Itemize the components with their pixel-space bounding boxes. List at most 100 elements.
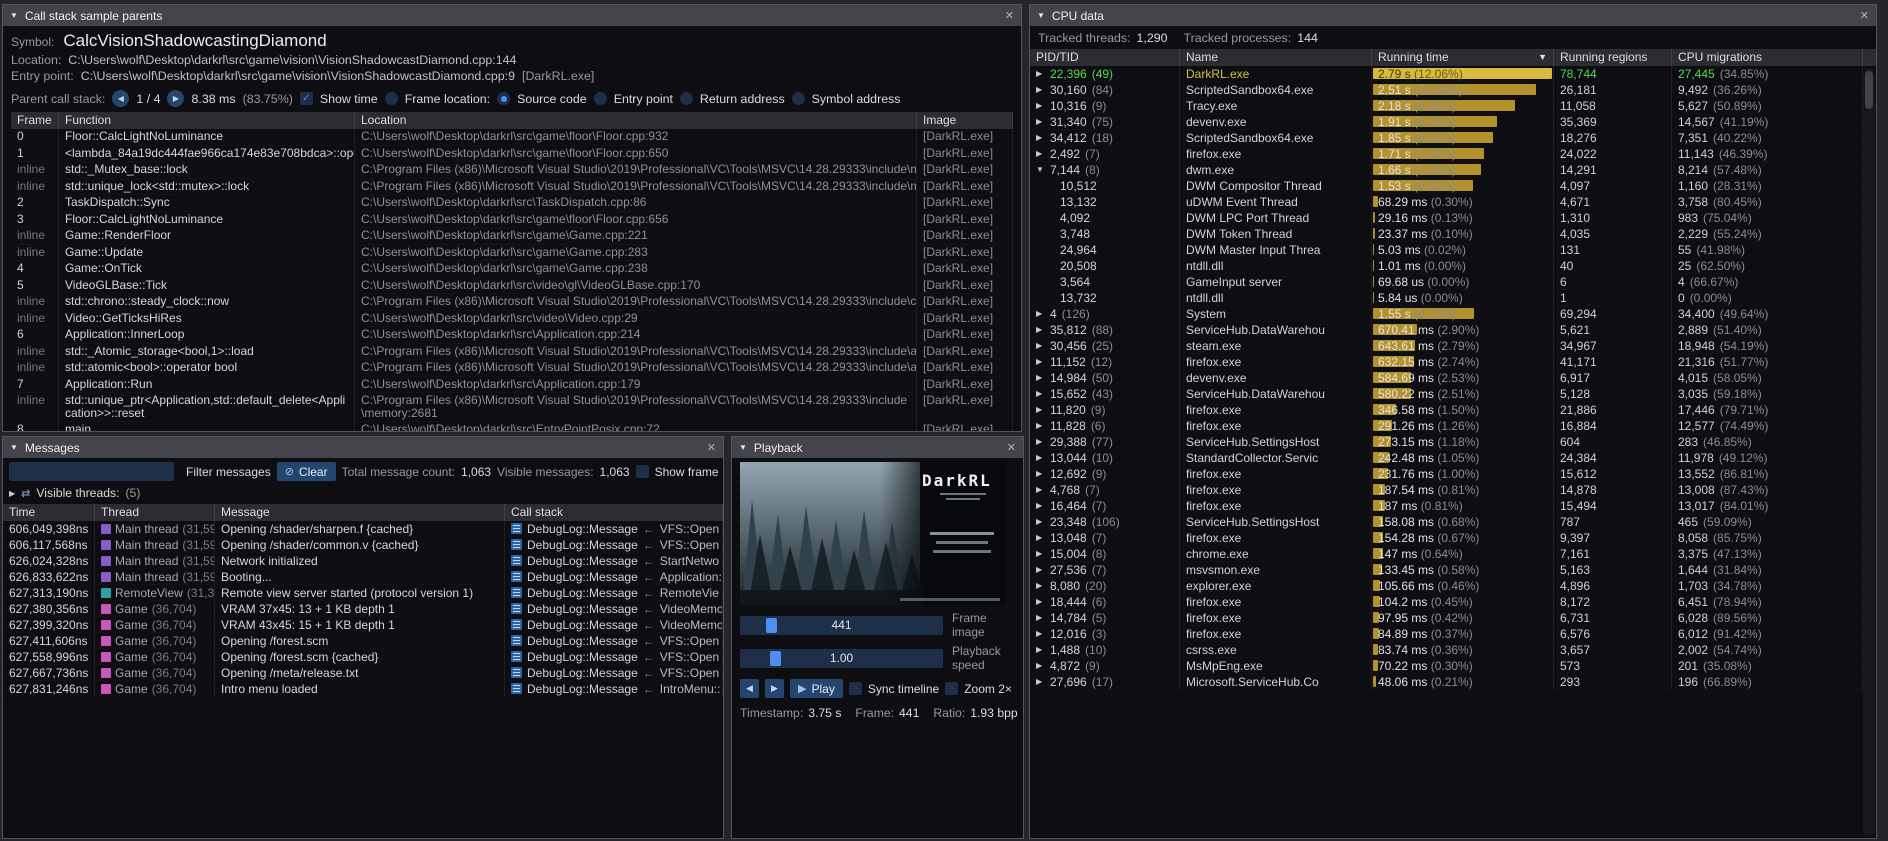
column-header-message[interactable]: Message <box>215 504 505 521</box>
expand-tree-icon[interactable]: ▶ <box>1036 674 1045 689</box>
radio-entry-point[interactable] <box>594 92 607 105</box>
visible-threads-toggle[interactable]: ▶ ⇄ Visible threads: (5) <box>3 484 723 504</box>
expand-tree-icon[interactable]: ▶ <box>1036 642 1045 657</box>
cpu-row[interactable]: 13,132uDWM Event Thread68.29 ms (0.30%)4… <box>1030 194 1863 210</box>
cpu-row[interactable]: 13,732ntdll.dll5.84 us (0.00%)10(0.00%) <box>1030 290 1863 306</box>
column-header-time[interactable]: Time <box>3 504 95 521</box>
messages-titlebar[interactable]: ▼ Messages ✕ <box>3 437 723 458</box>
show-time-checkbox[interactable]: ✓ <box>300 92 313 105</box>
cpu-row[interactable]: ▶15,652(43)ServiceHub.DataWarehou580.22 … <box>1030 386 1863 402</box>
cpu-row[interactable]: ▶4(126)System1.55 s (6.70%)69,29434,400(… <box>1030 306 1863 322</box>
callstack-frame-row[interactable]: 4Game::OnTickC:\Users\wolf\Desktop\darkr… <box>11 261 1013 278</box>
cpu-row[interactable]: ▶30,456(25)steam.exe643.61 ms (2.79%)34,… <box>1030 338 1863 354</box>
callstack-frame-row[interactable]: 5VideoGLBase::TickC:\Users\wolf\Desktop\… <box>11 278 1013 295</box>
step-forward-button[interactable]: ▶ <box>765 679 784 698</box>
cpu-row[interactable]: ▼7,144(8)dwm.exe1.66 s (7.18%)14,2918,21… <box>1030 162 1863 178</box>
message-row[interactable]: 627,313,190nsRemoteView(31,392)Remote vi… <box>3 585 723 601</box>
message-row[interactable]: 626,833,622nsMain thread(31,596)Booting.… <box>3 569 723 585</box>
cpu-row[interactable]: ▶27,536(7)msvsmon.exe133.45 ms (0.58%)5,… <box>1030 562 1863 578</box>
cpu-row[interactable]: ▶8,080(20)explorer.exe105.66 ms (0.46%)4… <box>1030 578 1863 594</box>
column-header-running-regions[interactable]: Running regions <box>1554 49 1672 66</box>
cpu-row[interactable]: ▶11,152(12)firefox.exe632.15 ms (2.74%)4… <box>1030 354 1863 370</box>
expand-tree-icon[interactable]: ▶ <box>1036 530 1045 545</box>
cpu-row[interactable]: ▶4,768(7)firefox.exe187.54 ms (0.81%)14,… <box>1030 482 1863 498</box>
cpu-row[interactable]: ▶31,340(75)devenv.exe1.91 s (8.26%)35,36… <box>1030 114 1863 130</box>
cpu-row[interactable]: ▶14,984(50)devenv.exe584.69 ms (2.53%)6,… <box>1030 370 1863 386</box>
expand-tree-icon[interactable]: ▶ <box>1036 514 1045 529</box>
cpu-titlebar[interactable]: ▼ CPU data ✕ <box>1030 5 1876 26</box>
message-row[interactable]: 606,049,398nsMain thread(31,596)Opening … <box>3 521 723 537</box>
play-button[interactable]: ▶ Play <box>790 679 843 698</box>
callstack-frame-row[interactable]: 0Floor::CalcLightNoLuminanceC:\Users\wol… <box>11 129 1013 146</box>
column-header-thread[interactable]: Thread <box>95 504 215 521</box>
message-row[interactable]: 627,558,996nsGame(36,704)Opening /forest… <box>3 649 723 665</box>
close-icon[interactable]: ✕ <box>1860 9 1869 22</box>
collapse-icon[interactable]: ▼ <box>739 443 747 452</box>
cpu-row[interactable]: ▶13,048(7)firefox.exe154.28 ms (0.67%)9,… <box>1030 530 1863 546</box>
callstack-frame-row[interactable]: inlinestd::_Atomic_storage<bool,1>::load… <box>11 344 1013 361</box>
expand-tree-icon[interactable]: ▶ <box>1036 402 1045 417</box>
message-callstack[interactable]: DebugLog::Message←VideoMemo <box>505 617 723 632</box>
expand-tree-icon[interactable]: ▶ <box>1036 546 1045 561</box>
message-row[interactable]: 627,831,246nsGame(36,704)Intro menu load… <box>3 681 723 697</box>
callstack-frame-row[interactable]: inlinestd::_Mutex_base::lockC:\Program F… <box>11 162 1013 179</box>
cpu-row[interactable]: ▶12,692(9)firefox.exe231.76 ms (1.00%)15… <box>1030 466 1863 482</box>
callstack-frame-row[interactable]: 3Floor::CalcLightNoLuminanceC:\Users\wol… <box>11 212 1013 229</box>
expand-tree-icon[interactable]: ▶ <box>1036 386 1045 401</box>
column-header-name[interactable]: Name <box>1180 49 1372 66</box>
callstack-frame-row[interactable]: inlineGame::RenderFloorC:\Users\wolf\Des… <box>11 228 1013 245</box>
callstack-frame-row[interactable]: 6Application::InnerLoopC:\Users\wolf\Des… <box>11 327 1013 344</box>
cpu-row[interactable]: ▶15,004(8)chrome.exe147 ms (0.64%)7,1613… <box>1030 546 1863 562</box>
message-filter-input[interactable] <box>9 462 174 481</box>
zoom-checkbox[interactable] <box>945 682 958 695</box>
callstack-frame-row[interactable]: 2TaskDispatch::SyncC:\Users\wolf\Desktop… <box>11 195 1013 212</box>
column-header-running-time[interactable]: Running time ▼ <box>1372 49 1554 66</box>
message-callstack[interactable]: DebugLog::Message←RemoteVie <box>505 585 723 600</box>
radio-return-address[interactable] <box>680 92 693 105</box>
message-callstack[interactable]: DebugLog::Message←VFS::Open <box>505 665 723 680</box>
cpu-row[interactable]: ▶27,696(17)Microsoft.ServiceHub.Co48.06 … <box>1030 674 1863 690</box>
expand-tree-icon[interactable]: ▶ <box>1036 82 1045 97</box>
frame-slider[interactable]: 441 <box>740 616 943 635</box>
column-header-cpu-migrations[interactable]: CPU migrations <box>1672 49 1863 66</box>
cpu-row[interactable]: ▶12,016(3)firefox.exe84.89 ms (0.37%)6,5… <box>1030 626 1863 642</box>
cpu-row[interactable]: ▶29,388(77)ServiceHub.SettingsHost273.15… <box>1030 434 1863 450</box>
callstack-frame-row[interactable]: inlineVideo::GetTicksHiResC:\Users\wolf\… <box>11 311 1013 328</box>
expand-tree-icon[interactable]: ▶ <box>1036 114 1045 129</box>
cpu-row[interactable]: 24,964DWM Master Input Threa5.03 ms (0.0… <box>1030 242 1863 258</box>
cpu-row[interactable]: ▶16,464(7)firefox.exe187 ms (0.81%)15,49… <box>1030 498 1863 514</box>
message-row[interactable]: 627,399,320nsGame(36,704)VRAM 43x45: 15 … <box>3 617 723 633</box>
message-callstack[interactable]: DebugLog::Message←Application: <box>505 569 723 584</box>
callstack-frame-row[interactable]: inlinestd::unique_lock<std::mutex>::lock… <box>11 179 1013 196</box>
cpu-row[interactable]: 3,564GameInput server69.68 us (0.00%)64(… <box>1030 274 1863 290</box>
expand-tree-icon[interactable]: ▶ <box>1036 306 1045 321</box>
expand-tree-icon[interactable]: ▶ <box>1036 594 1045 609</box>
expand-tree-icon[interactable]: ▶ <box>1036 322 1045 337</box>
playback-titlebar[interactable]: ▼ Playback ✕ <box>732 437 1023 458</box>
callstack-frame-row[interactable]: inlinestd::chrono::steady_clock::nowC:\P… <box>11 294 1013 311</box>
expand-tree-icon[interactable]: ▶ <box>1036 626 1045 641</box>
expand-tree-icon[interactable]: ▶ <box>1036 658 1045 673</box>
column-header-callstack[interactable]: Call stack <box>505 504 723 521</box>
expand-tree-icon[interactable]: ▶ <box>1036 66 1045 81</box>
callstack-frame-row[interactable]: inlinestd::unique_ptr<Application,std::d… <box>11 393 1013 422</box>
expand-tree-icon[interactable]: ▶ <box>1036 482 1045 497</box>
message-callstack[interactable]: DebugLog::Message←VFS::Open <box>505 521 723 536</box>
collapse-tree-icon[interactable]: ▼ <box>1036 162 1045 177</box>
cpu-row[interactable]: ▶4,872(9)MsMpEng.exe70.22 ms (0.30%)5732… <box>1030 658 1863 674</box>
message-row[interactable]: 606,117,568nsMain thread(31,596)Opening … <box>3 537 723 553</box>
close-icon[interactable]: ✕ <box>707 441 716 454</box>
cpu-row[interactable]: 20,508ntdll.dll1.01 ms (0.00%)4025(62.50… <box>1030 258 1863 274</box>
column-header-location[interactable]: Location <box>355 112 917 129</box>
radio-symbol-address[interactable] <box>792 92 805 105</box>
cpu-row[interactable]: ▶34,412(18)ScriptedSandbox64.exe1.85 s (… <box>1030 130 1863 146</box>
expand-tree-icon[interactable]: ▶ <box>1036 354 1045 369</box>
collapse-icon[interactable]: ▼ <box>10 443 18 452</box>
cpu-row[interactable]: ▶18,444(6)firefox.exe104.2 ms (0.45%)8,1… <box>1030 594 1863 610</box>
close-icon[interactable]: ✕ <box>1005 9 1014 22</box>
cpu-row[interactable]: ▶14,784(5)firefox.exe97.95 ms (0.42%)6,7… <box>1030 610 1863 626</box>
expand-tree-icon[interactable]: ▶ <box>1036 578 1045 593</box>
message-callstack[interactable]: DebugLog::Message←VFS::Open <box>505 537 723 552</box>
cpu-row[interactable]: 4,092DWM LPC Port Thread29.16 ms (0.13%)… <box>1030 210 1863 226</box>
cpu-row[interactable]: ▶2,492(7)firefox.exe1.71 s (7.42%)24,022… <box>1030 146 1863 162</box>
